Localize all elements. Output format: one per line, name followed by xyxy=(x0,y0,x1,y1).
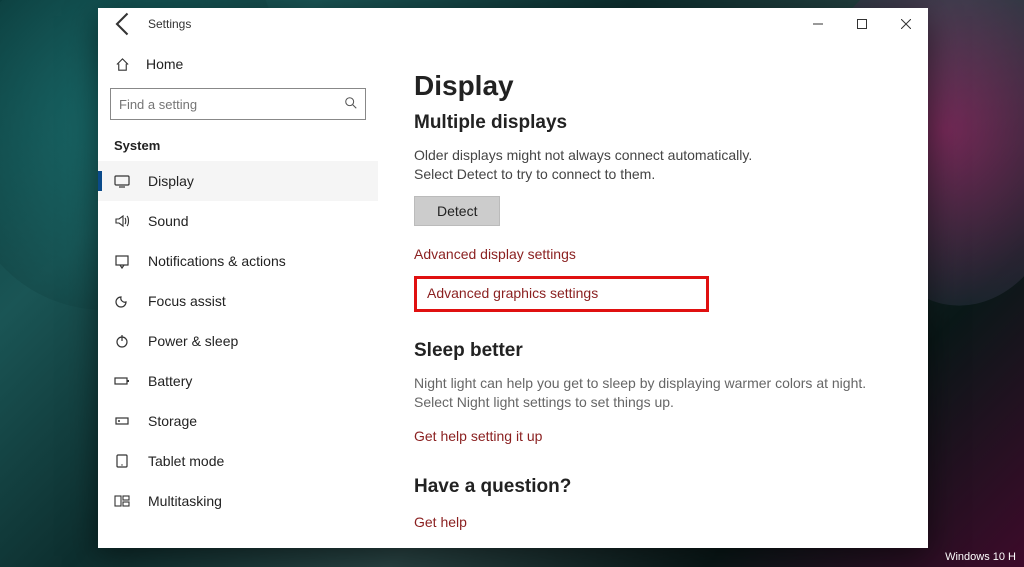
sidebar-item-notifications[interactable]: Notifications & actions xyxy=(98,241,378,281)
sidebar-item-sound[interactable]: Sound xyxy=(98,201,378,241)
search-box[interactable] xyxy=(110,88,366,120)
nav-list: Display Sound Notifications & actions Fo… xyxy=(98,161,378,521)
maximize-button[interactable] xyxy=(840,8,884,40)
home-icon xyxy=(114,57,130,72)
notifications-icon xyxy=(114,253,130,269)
sidebar-item-label: Notifications & actions xyxy=(148,253,286,269)
sidebar-item-label: Power & sleep xyxy=(148,333,238,349)
search-input[interactable] xyxy=(110,88,366,120)
highlight-annotation: Advanced graphics settings xyxy=(414,276,709,312)
sidebar-item-tablet-mode[interactable]: Tablet mode xyxy=(98,441,378,481)
tablet-icon xyxy=(114,453,130,469)
sidebar-item-label: Focus assist xyxy=(148,293,226,309)
close-button[interactable] xyxy=(884,8,928,40)
display-icon xyxy=(114,173,130,189)
os-watermark: Windows 10 H xyxy=(945,551,1016,563)
category-title: System xyxy=(98,130,378,161)
sidebar-item-label: Sound xyxy=(148,213,188,229)
sidebar-item-storage[interactable]: Storage xyxy=(98,401,378,441)
get-help-link[interactable]: Get help xyxy=(414,514,467,530)
multitasking-icon xyxy=(114,493,130,509)
advanced-graphics-settings-link[interactable]: Advanced graphics settings xyxy=(427,285,598,301)
main-content: Display Multiple displays Older displays… xyxy=(378,40,928,548)
section-heading: Multiple displays xyxy=(414,112,892,134)
question-section: Have a question? Get help xyxy=(414,476,892,534)
home-label: Home xyxy=(146,56,183,72)
sleep-help-link[interactable]: Get help setting it up xyxy=(414,428,542,444)
home-nav[interactable]: Home xyxy=(98,46,378,82)
section-heading: Have a question? xyxy=(414,476,892,498)
battery-icon xyxy=(114,373,130,389)
advanced-display-settings-link[interactable]: Advanced display settings xyxy=(414,246,576,262)
sidebar-item-focus-assist[interactable]: Focus assist xyxy=(98,281,378,321)
focus-assist-icon xyxy=(114,293,130,309)
titlebar: Settings xyxy=(98,8,928,40)
sidebar-item-label: Multitasking xyxy=(148,493,222,509)
sidebar-item-label: Tablet mode xyxy=(148,453,224,469)
sidebar-item-label: Battery xyxy=(148,373,192,389)
settings-window: Settings Home xyxy=(98,8,928,548)
page-title: Display xyxy=(414,70,892,102)
sidebar: Home System Display Sound xyxy=(98,40,378,548)
sound-icon xyxy=(114,213,130,229)
back-button[interactable] xyxy=(110,8,138,40)
section-body: Night light can help you get to sleep by… xyxy=(414,374,892,412)
section-heading: Sleep better xyxy=(414,340,892,362)
sidebar-item-power-sleep[interactable]: Power & sleep xyxy=(98,321,378,361)
storage-icon xyxy=(114,413,130,429)
sleep-better-section: Sleep better Night light can help you ge… xyxy=(414,340,892,448)
search-icon xyxy=(344,96,358,113)
minimize-button[interactable] xyxy=(796,8,840,40)
window-title: Settings xyxy=(148,17,191,31)
power-icon xyxy=(114,333,130,349)
sidebar-item-label: Display xyxy=(148,173,194,189)
multiple-displays-section: Multiple displays Older displays might n… xyxy=(414,112,892,312)
detect-button[interactable]: Detect xyxy=(414,196,500,226)
sidebar-item-battery[interactable]: Battery xyxy=(98,361,378,401)
section-body: Older displays might not always connect … xyxy=(414,146,774,184)
sidebar-item-multitasking[interactable]: Multitasking xyxy=(98,481,378,521)
sidebar-item-label: Storage xyxy=(148,413,197,429)
sidebar-item-display[interactable]: Display xyxy=(98,161,378,201)
